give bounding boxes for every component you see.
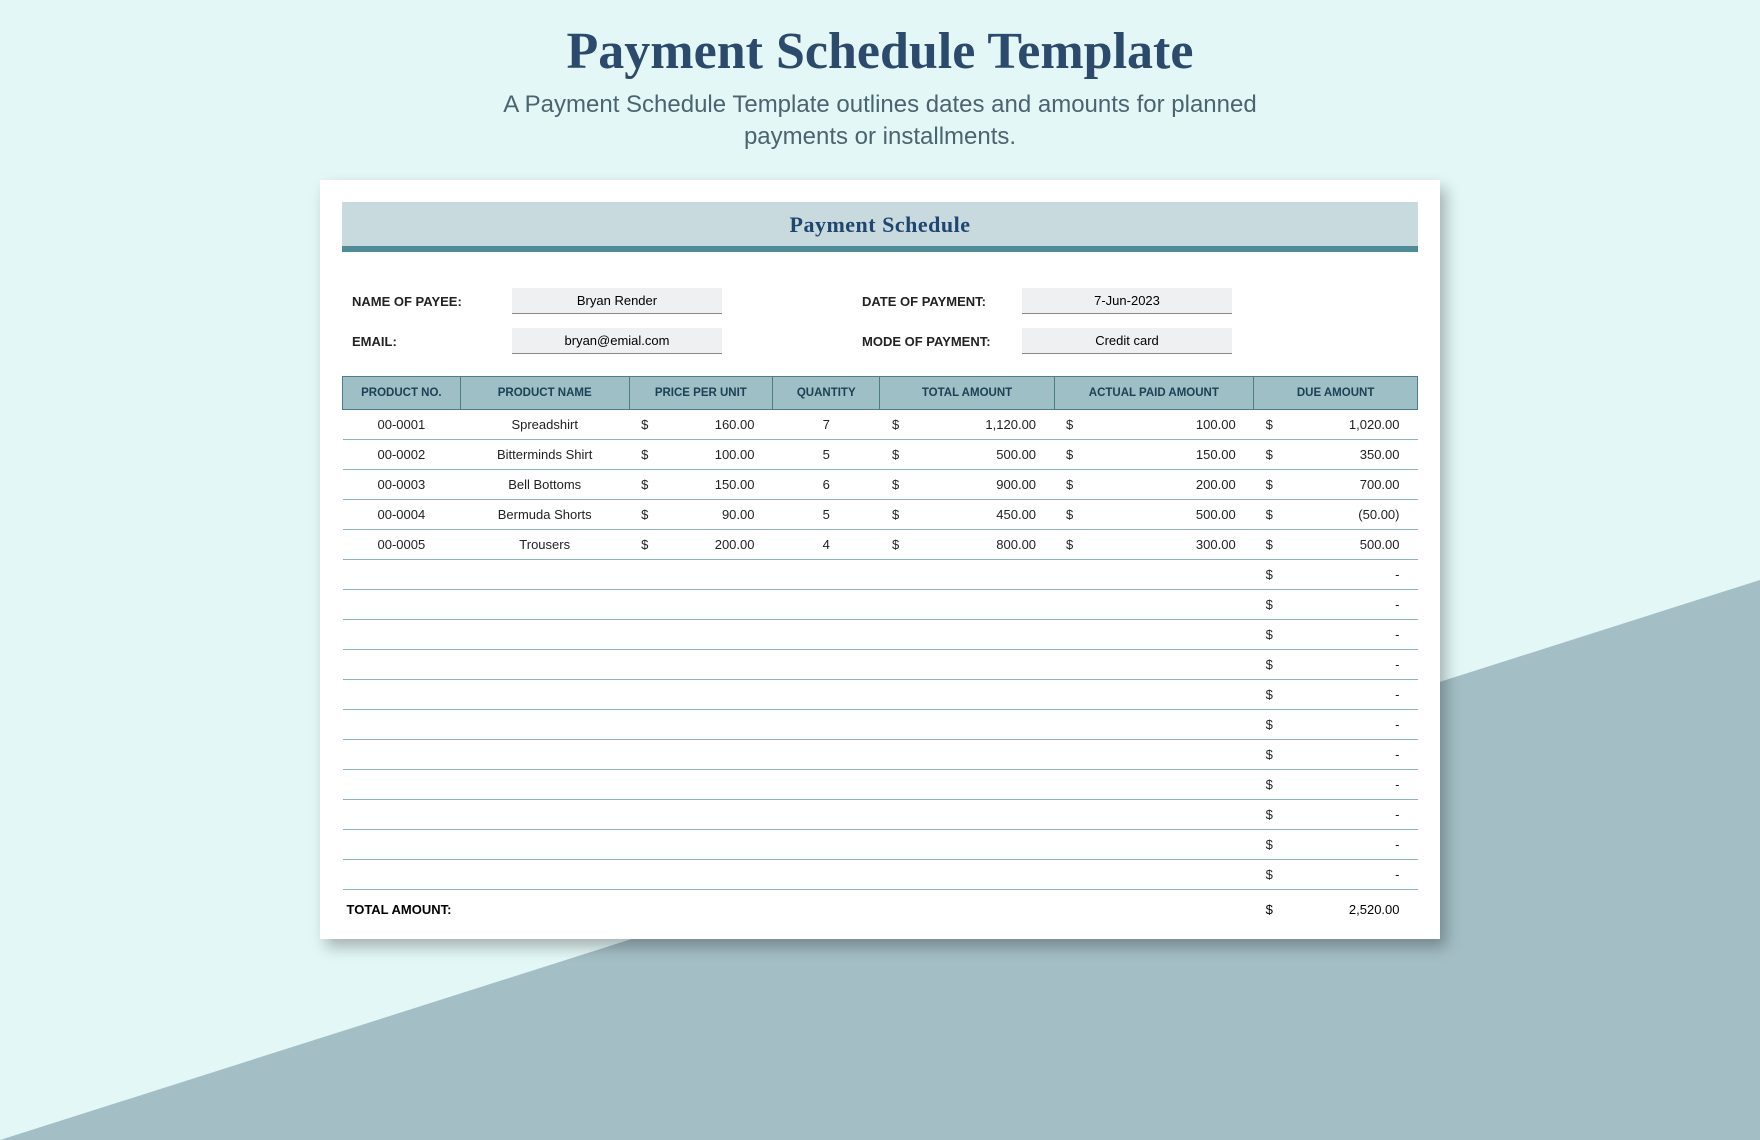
- cell-due-empty: $-: [1254, 590, 1418, 620]
- date-value: 7-Jun-2023: [1022, 288, 1232, 314]
- page-subtitle: A Payment Schedule Template outlines dat…: [470, 89, 1290, 154]
- date-label: DATE OF PAYMENT:: [862, 294, 1022, 309]
- cell-total: $500.00: [880, 440, 1054, 470]
- cell-qty: 5: [772, 440, 880, 470]
- table-row-empty: $-: [343, 830, 1418, 860]
- cell-due: $1,020.00: [1254, 410, 1418, 440]
- cell-paid: $150.00: [1054, 440, 1254, 470]
- cell-ppu: $160.00: [629, 410, 772, 440]
- cell-due: $700.00: [1254, 470, 1418, 500]
- cell-product-no: 00-0005: [343, 530, 461, 560]
- col-price-per-unit: PRICE PER UNIT: [629, 377, 772, 410]
- table-total-row: TOTAL AMOUNT: $2,520.00: [343, 890, 1418, 922]
- col-due-amount: DUE AMOUNT: [1254, 377, 1418, 410]
- email-label: EMAIL:: [352, 334, 512, 349]
- cell-due-empty: $-: [1254, 650, 1418, 680]
- table-row-empty: $-: [343, 650, 1418, 680]
- cell-due-empty: $-: [1254, 710, 1418, 740]
- cell-due-empty: $-: [1254, 830, 1418, 860]
- table-row-empty: $-: [343, 560, 1418, 590]
- cell-product-no: 00-0004: [343, 500, 461, 530]
- table-row-empty: $-: [343, 800, 1418, 830]
- table-row: 00-0002Bitterminds Shirt$100.005$500.00$…: [343, 440, 1418, 470]
- cell-total: $900.00: [880, 470, 1054, 500]
- cell-qty: 7: [772, 410, 880, 440]
- table-row-empty: $-: [343, 770, 1418, 800]
- cell-ppu: $90.00: [629, 500, 772, 530]
- cell-due-empty: $-: [1254, 620, 1418, 650]
- table-header-row: PRODUCT NO. PRODUCT NAME PRICE PER UNIT …: [343, 377, 1418, 410]
- table-row: 00-0004Bermuda Shorts$90.005$450.00$500.…: [343, 500, 1418, 530]
- cell-due-empty: $-: [1254, 800, 1418, 830]
- payee-label: NAME OF PAYEE:: [352, 294, 512, 309]
- cell-qty: 4: [772, 530, 880, 560]
- col-product-no: PRODUCT NO.: [343, 377, 461, 410]
- cell-due-empty: $-: [1254, 770, 1418, 800]
- col-actual-paid: ACTUAL PAID AMOUNT: [1054, 377, 1254, 410]
- payment-table: PRODUCT NO. PRODUCT NAME PRICE PER UNIT …: [342, 376, 1418, 921]
- cell-due-empty: $-: [1254, 860, 1418, 890]
- cell-product-no: 00-0002: [343, 440, 461, 470]
- info-block: NAME OF PAYEE: Bryan Render EMAIL: bryan…: [342, 252, 1418, 376]
- total-value: $2,520.00: [1254, 890, 1418, 922]
- cell-product-name: Bermuda Shorts: [460, 500, 629, 530]
- mode-value: Credit card: [1022, 328, 1232, 354]
- cell-due: $350.00: [1254, 440, 1418, 470]
- table-row: 00-0005Trousers$200.004$800.00$300.00$50…: [343, 530, 1418, 560]
- cell-product-no: 00-0001: [343, 410, 461, 440]
- cell-due: $(50.00): [1254, 500, 1418, 530]
- table-row: 00-0003Bell Bottoms$150.006$900.00$200.0…: [343, 470, 1418, 500]
- cell-total: $450.00: [880, 500, 1054, 530]
- table-row-empty: $-: [343, 620, 1418, 650]
- cell-total: $800.00: [880, 530, 1054, 560]
- cell-product-no: 00-0003: [343, 470, 461, 500]
- cell-ppu: $200.00: [629, 530, 772, 560]
- cell-total: $1,120.00: [880, 410, 1054, 440]
- page-title: Payment Schedule Template: [0, 0, 1760, 81]
- col-quantity: QUANTITY: [772, 377, 880, 410]
- sheet-banner: Payment Schedule: [342, 202, 1418, 252]
- table-row-empty: $-: [343, 590, 1418, 620]
- table-row-empty: $-: [343, 740, 1418, 770]
- mode-label: MODE OF PAYMENT:: [862, 334, 1022, 349]
- total-label: TOTAL AMOUNT:: [343, 890, 1254, 922]
- sheet-banner-title: Payment Schedule: [342, 212, 1418, 238]
- cell-product-name: Spreadshirt: [460, 410, 629, 440]
- cell-due-empty: $-: [1254, 560, 1418, 590]
- cell-product-name: Bell Bottoms: [460, 470, 629, 500]
- cell-qty: 5: [772, 500, 880, 530]
- cell-due: $500.00: [1254, 530, 1418, 560]
- payee-value: Bryan Render: [512, 288, 722, 314]
- col-product-name: PRODUCT NAME: [460, 377, 629, 410]
- cell-ppu: $150.00: [629, 470, 772, 500]
- cell-due-empty: $-: [1254, 680, 1418, 710]
- col-total-amount: TOTAL AMOUNT: [880, 377, 1054, 410]
- cell-qty: 6: [772, 470, 880, 500]
- cell-product-name: Trousers: [460, 530, 629, 560]
- cell-paid: $500.00: [1054, 500, 1254, 530]
- cell-due-empty: $-: [1254, 740, 1418, 770]
- document-sheet: Payment Schedule NAME OF PAYEE: Bryan Re…: [320, 180, 1440, 939]
- table-row: 00-0001Spreadshirt$160.007$1,120.00$100.…: [343, 410, 1418, 440]
- cell-paid: $200.00: [1054, 470, 1254, 500]
- cell-ppu: $100.00: [629, 440, 772, 470]
- table-row-empty: $-: [343, 860, 1418, 890]
- cell-paid: $300.00: [1054, 530, 1254, 560]
- table-row-empty: $-: [343, 710, 1418, 740]
- email-value: bryan@emial.com: [512, 328, 722, 354]
- cell-product-name: Bitterminds Shirt: [460, 440, 629, 470]
- table-row-empty: $-: [343, 680, 1418, 710]
- cell-paid: $100.00: [1054, 410, 1254, 440]
